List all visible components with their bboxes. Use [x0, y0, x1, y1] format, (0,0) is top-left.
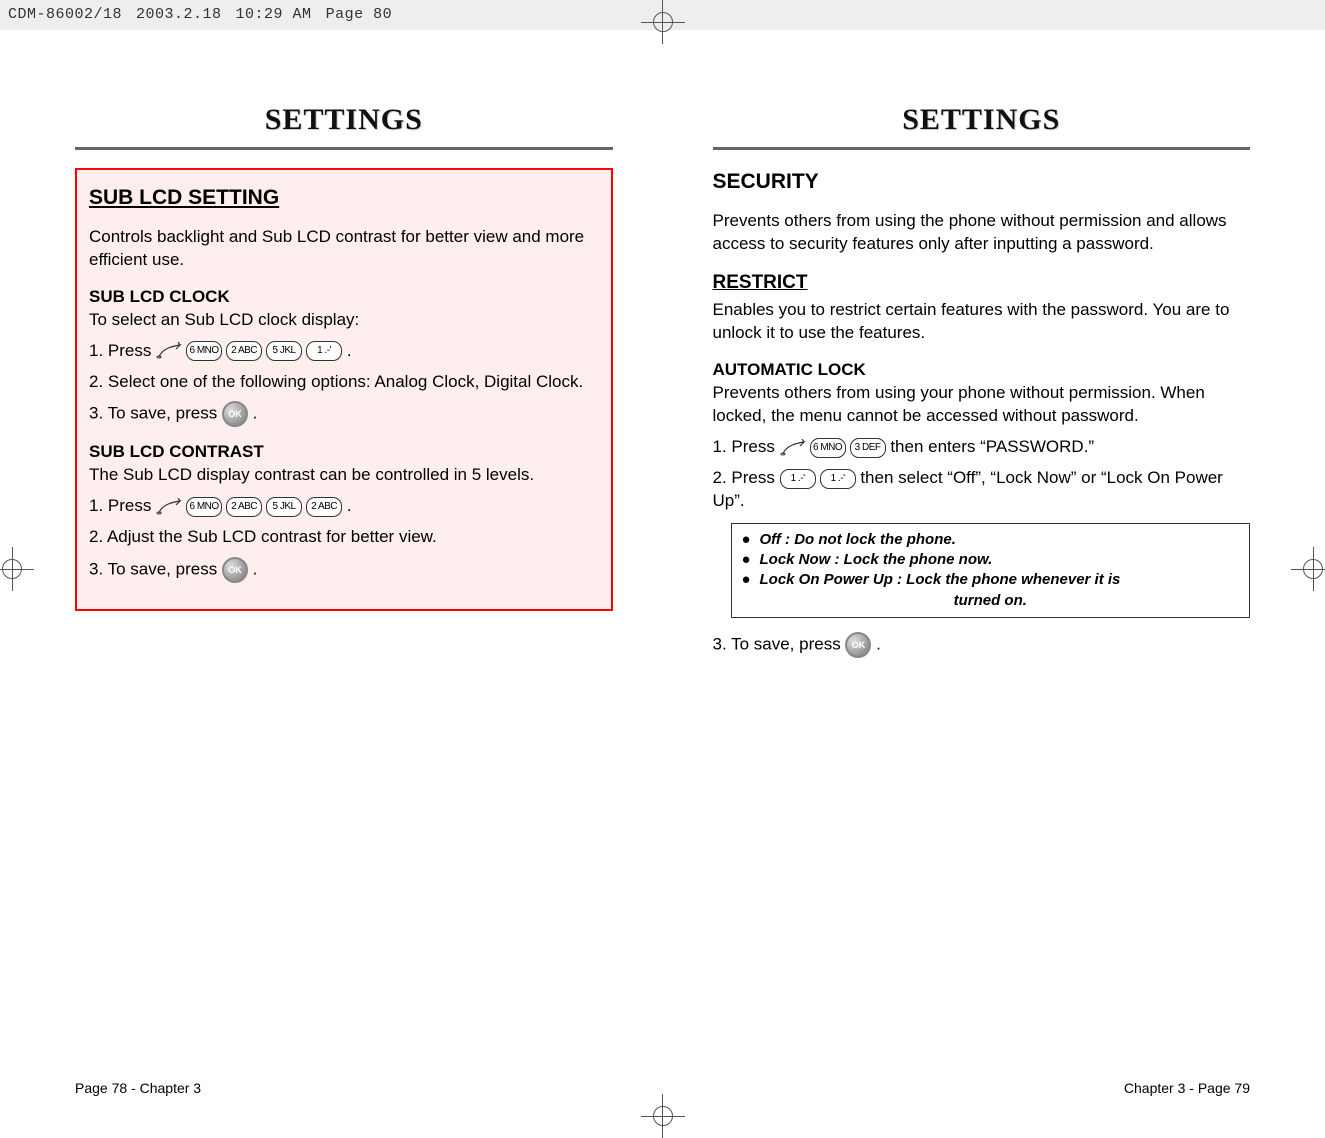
key-5-icon: 5 JKL	[266, 497, 302, 517]
print-page: Page 80	[326, 5, 393, 25]
step-suffix: .	[253, 560, 258, 579]
key-2-icon: 2 ABC	[306, 497, 342, 517]
key-6-icon: 6 MNO	[186, 497, 222, 517]
step-text: 3. To save, press	[89, 560, 217, 579]
print-date: 2003.2.18	[136, 5, 222, 25]
print-time: 10:29 AM	[236, 5, 312, 25]
step-text: 2. Press	[713, 468, 775, 487]
key-1-icon: 1 .-'	[306, 341, 342, 361]
autolock-step-3: 3. To save, press OK .	[713, 632, 1251, 658]
heading-sub-lcd-contrast: SUB LCD CONTRAST	[89, 441, 599, 464]
security-intro: Prevents others from using the phone wit…	[713, 210, 1251, 256]
step-text: 1. Press	[89, 496, 151, 515]
clock-step-3: 3. To save, press OK .	[89, 401, 599, 427]
option-lock-powerup: ●Lock On Power Up : Lock the phone whene…	[742, 570, 1240, 590]
step-text: 1. Press	[713, 437, 775, 456]
key-2-icon: 2 ABC	[226, 341, 262, 361]
step-mid: then select	[860, 468, 942, 487]
page-right: SETTINGS SECURITY Prevents others from u…	[683, 90, 1281, 1048]
section-sub-lcd-setting: SUB LCD SETTING	[89, 184, 599, 212]
autolock-desc: Prevents others from using your phone wi…	[713, 382, 1251, 428]
key-6-icon: 6 MNO	[186, 341, 222, 361]
heading-sub-lcd-clock: SUB LCD CLOCK	[89, 286, 599, 309]
highlighted-section: SUB LCD SETTING Controls backlight and S…	[75, 168, 613, 612]
page-title-left: SETTINGS	[75, 100, 613, 141]
lock-options-box: ●Off : Do not lock the phone. ●Lock Now …	[731, 523, 1251, 618]
step-mid: then enters	[890, 437, 975, 456]
key-3-icon: 3 DEF	[850, 438, 886, 458]
contrast-desc: The Sub LCD display contrast can be cont…	[89, 464, 599, 487]
key-6-icon: 6 MNO	[810, 438, 846, 458]
print-file: CDM-86002/18	[8, 5, 122, 25]
registration-mark-bottom	[641, 1094, 685, 1138]
page-footer-left: Page 78 - Chapter 3	[75, 1079, 201, 1098]
option-lock-powerup-cont: turned on.	[742, 591, 1240, 611]
clock-step-2: 2. Select one of the following options: …	[89, 371, 599, 394]
step-password: “PASSWORD.”	[980, 437, 1094, 456]
registration-mark-right	[1291, 547, 1325, 591]
contrast-step-3: 3. To save, press OK .	[89, 557, 599, 583]
softkey-icon	[156, 342, 182, 360]
page-title-right: SETTINGS	[713, 100, 1251, 141]
ok-button-icon: OK	[222, 557, 248, 583]
step-suffix: .	[253, 404, 258, 423]
step-text: 1. Press	[89, 341, 151, 360]
heading-automatic-lock: AUTOMATIC LOCK	[713, 359, 1251, 382]
option-lock-now: ●Lock Now : Lock the phone now.	[742, 550, 1240, 570]
softkey-icon	[780, 439, 806, 457]
section-security: SECURITY	[713, 168, 1251, 196]
clock-step-1: 1. Press 6 MNO 2 ABC 5 JKL 1 .-' .	[89, 340, 599, 363]
key-5-icon: 5 JKL	[266, 341, 302, 361]
step-suffix: .	[347, 341, 352, 360]
step-suffix: .	[347, 496, 352, 515]
softkey-icon	[156, 498, 182, 516]
clock-desc: To select an Sub LCD clock display:	[89, 309, 599, 332]
step-text: 3. To save, press	[89, 404, 217, 423]
registration-mark-left	[0, 547, 34, 591]
contrast-step-1: 1. Press 6 MNO 2 ABC 5 JKL 2 ABC .	[89, 495, 599, 518]
print-meta-header: CDM-86002/18 2003.2.18 10:29 AM Page 80	[0, 0, 1325, 30]
key-1-icon: 1 .-'	[820, 469, 856, 489]
key-1-icon: 1 .-'	[780, 469, 816, 489]
step-text: 3. To save, press	[713, 634, 841, 653]
autolock-step-2: 2. Press 1 .-' 1 .-' then select “Off”, …	[713, 467, 1251, 513]
rule	[713, 147, 1251, 150]
page-left: SETTINGS SUB LCD SETTING Controls backli…	[45, 90, 643, 1048]
heading-restrict: RESTRICT	[713, 270, 1251, 296]
contrast-step-2: 2. Adjust the Sub LCD contrast for bette…	[89, 526, 599, 549]
autolock-step-1: 1. Press 6 MNO 3 DEF then enters “PASSWO…	[713, 436, 1251, 459]
step-suffix: .	[876, 634, 881, 653]
ok-button-icon: OK	[222, 401, 248, 427]
section-intro: Controls backlight and Sub LCD contrast …	[89, 226, 599, 272]
ok-button-icon: OK	[845, 632, 871, 658]
page-footer-right: Chapter 3 - Page 79	[1124, 1079, 1250, 1098]
option-off: ●Off : Do not lock the phone.	[742, 530, 1240, 550]
restrict-desc: Enables you to restrict certain features…	[713, 299, 1251, 345]
rule	[75, 147, 613, 150]
key-2-icon: 2 ABC	[226, 497, 262, 517]
